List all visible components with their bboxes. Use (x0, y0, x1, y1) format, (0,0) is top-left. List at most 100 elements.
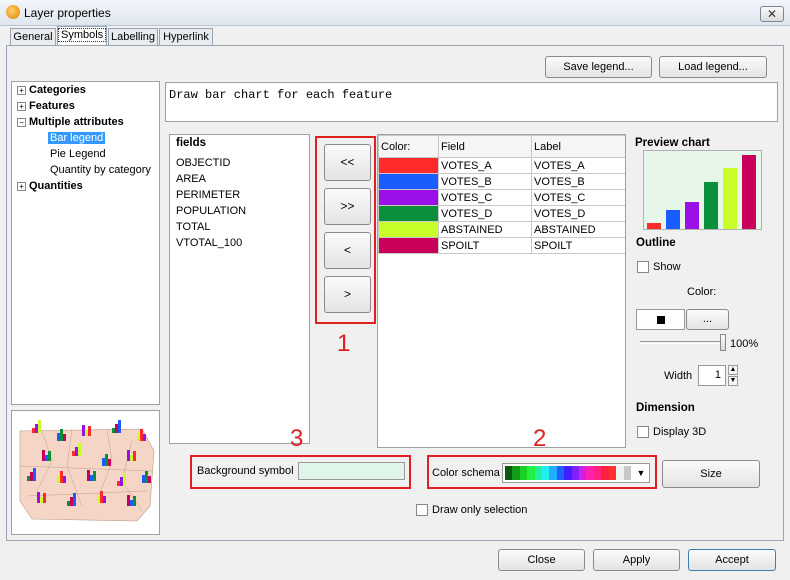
tab-general[interactable]: General (10, 28, 56, 45)
row-color-swatch[interactable] (378, 173, 439, 190)
tree-item-categories[interactable]: + Categories (17, 84, 86, 96)
map-mini-bar (57, 433, 60, 441)
map-mini-bar (148, 476, 151, 483)
outline-show-checkbox[interactable]: Show (637, 261, 681, 274)
fields-header: fields (176, 137, 207, 149)
table-row[interactable]: VOTES_A VOTES_A (378, 157, 625, 174)
outline-width-input[interactable]: 1 (698, 365, 726, 386)
map-mini-bar (33, 468, 36, 481)
map-mini-bar (117, 481, 120, 486)
annotation-box-1: << >> < > (315, 136, 376, 324)
field-item[interactable]: VTOTAL_100 (176, 237, 242, 249)
map-mini-bar (97, 495, 100, 503)
checkbox-icon[interactable] (416, 504, 428, 517)
spin-up-icon[interactable]: ▲ (728, 365, 738, 375)
row-label[interactable]: VOTES_C (531, 189, 625, 206)
expand-icon[interactable]: + (17, 181, 26, 191)
row-label[interactable]: VOTES_B (531, 173, 625, 190)
schema-swatch (593, 466, 602, 480)
row-color-swatch[interactable] (378, 189, 439, 206)
fields-list[interactable]: fields OBJECTID AREA PERIMETER POPULATIO… (169, 134, 310, 444)
map-mini-bar (63, 476, 66, 483)
preview-bar (647, 223, 661, 229)
row-label[interactable]: ABSTAINED (531, 221, 625, 238)
outline-color-chip (657, 316, 665, 324)
expand-icon[interactable]: + (17, 85, 26, 95)
map-mini-bar (67, 501, 70, 506)
map-mini-bar (48, 451, 51, 461)
load-legend-button[interactable]: Load legend... (659, 56, 767, 78)
map-mini-bar (140, 429, 143, 441)
outline-title: Outline (636, 237, 676, 249)
move-right-button[interactable]: > (324, 276, 371, 313)
tree-item-multiple-attributes[interactable]: − Multiple attributes (17, 116, 124, 128)
size-button[interactable]: Size (662, 460, 760, 488)
tree-item-quantities[interactable]: + Quantities (17, 180, 83, 192)
dimension-title: Dimension (636, 402, 695, 414)
row-label[interactable]: VOTES_A (531, 157, 625, 174)
map-mini-bar (78, 443, 81, 456)
tree-item-pie-legend[interactable]: Pie Legend (50, 148, 106, 160)
close-button[interactable]: Close (498, 549, 585, 571)
map-mini-bar (143, 434, 146, 441)
outline-color-swatch[interactable] (636, 309, 685, 330)
row-color-swatch[interactable] (378, 221, 439, 238)
map-mini-bar (40, 497, 43, 503)
table-row[interactable]: VOTES_C VOTES_C (378, 189, 625, 206)
column-header-field: Field (438, 135, 532, 158)
apply-button[interactable]: Apply (593, 549, 680, 571)
field-item[interactable]: OBJECTID (176, 157, 230, 169)
checkbox-label: Draw only selection (432, 504, 528, 516)
tab-hyperlink[interactable]: Hyperlink (159, 28, 213, 45)
opacity-slider-track[interactable] (640, 341, 724, 344)
map-mini-bar (127, 495, 130, 506)
checkbox-icon[interactable] (637, 426, 649, 439)
field-item[interactable]: TOTAL (176, 221, 210, 233)
opacity-slider-handle[interactable] (720, 334, 726, 351)
field-item[interactable]: AREA (176, 173, 206, 185)
tab-labelling[interactable]: Labelling (108, 28, 158, 45)
draw-only-selection-checkbox[interactable]: Draw only selection (416, 504, 528, 517)
row-color-swatch[interactable] (378, 157, 439, 174)
tree-item-features[interactable]: + Features (17, 100, 75, 112)
row-label[interactable]: SPOILT (531, 237, 625, 254)
move-all-left-button[interactable]: << (324, 144, 371, 181)
save-legend-button[interactable]: Save legend... (545, 56, 652, 78)
tree-item-bar-legend[interactable]: Bar legend (48, 132, 106, 144)
table-row[interactable]: VOTES_B VOTES_B (378, 173, 625, 190)
schema-swatch (519, 466, 528, 480)
table-row[interactable]: SPOILT SPOILT (378, 237, 625, 254)
schema-swatch (542, 466, 550, 480)
row-label[interactable]: VOTES_D (531, 205, 625, 222)
move-left-button[interactable]: < (324, 232, 371, 269)
move-all-right-button[interactable]: >> (324, 188, 371, 225)
accept-button[interactable]: Accept (688, 549, 776, 571)
tree-label: Pie Legend (50, 148, 106, 160)
preview-chart-title: Preview chart (635, 137, 710, 149)
checkbox-icon[interactable] (637, 261, 649, 274)
row-color-swatch[interactable] (378, 205, 439, 222)
table-row[interactable]: VOTES_D VOTES_D (378, 205, 625, 222)
field-item[interactable]: POPULATION (176, 205, 246, 217)
map-mini-bar (57, 475, 60, 483)
color-schema-dropdown[interactable]: ▼ (502, 463, 650, 483)
close-window-button[interactable]: ✕ (760, 6, 784, 22)
schema-swatch (601, 466, 609, 480)
row-field: SPOILT (438, 237, 532, 254)
legend-type-tree: + Categories + Features − Multiple attribut… (11, 81, 160, 405)
expand-icon[interactable]: + (17, 101, 26, 111)
collapse-icon[interactable]: − (17, 117, 26, 127)
map-mini-bar (137, 433, 140, 441)
map-mini-bar (85, 430, 88, 436)
row-color-swatch[interactable] (378, 237, 439, 254)
chevron-down-icon[interactable]: ▼ (633, 465, 649, 481)
table-row[interactable]: ABSTAINED ABSTAINED (378, 221, 625, 238)
spin-down-icon[interactable]: ▼ (728, 376, 738, 386)
display-3d-checkbox[interactable]: Display 3D (637, 426, 706, 439)
field-item[interactable]: PERIMETER (176, 189, 240, 201)
background-symbol-swatch[interactable] (298, 462, 405, 480)
tree-item-quantity-by-category[interactable]: Quantity by category (50, 164, 151, 176)
outline-color-picker-button[interactable]: ... (686, 309, 729, 330)
tab-symbols[interactable]: Symbols (57, 26, 107, 46)
map-mini-bar (43, 493, 46, 503)
